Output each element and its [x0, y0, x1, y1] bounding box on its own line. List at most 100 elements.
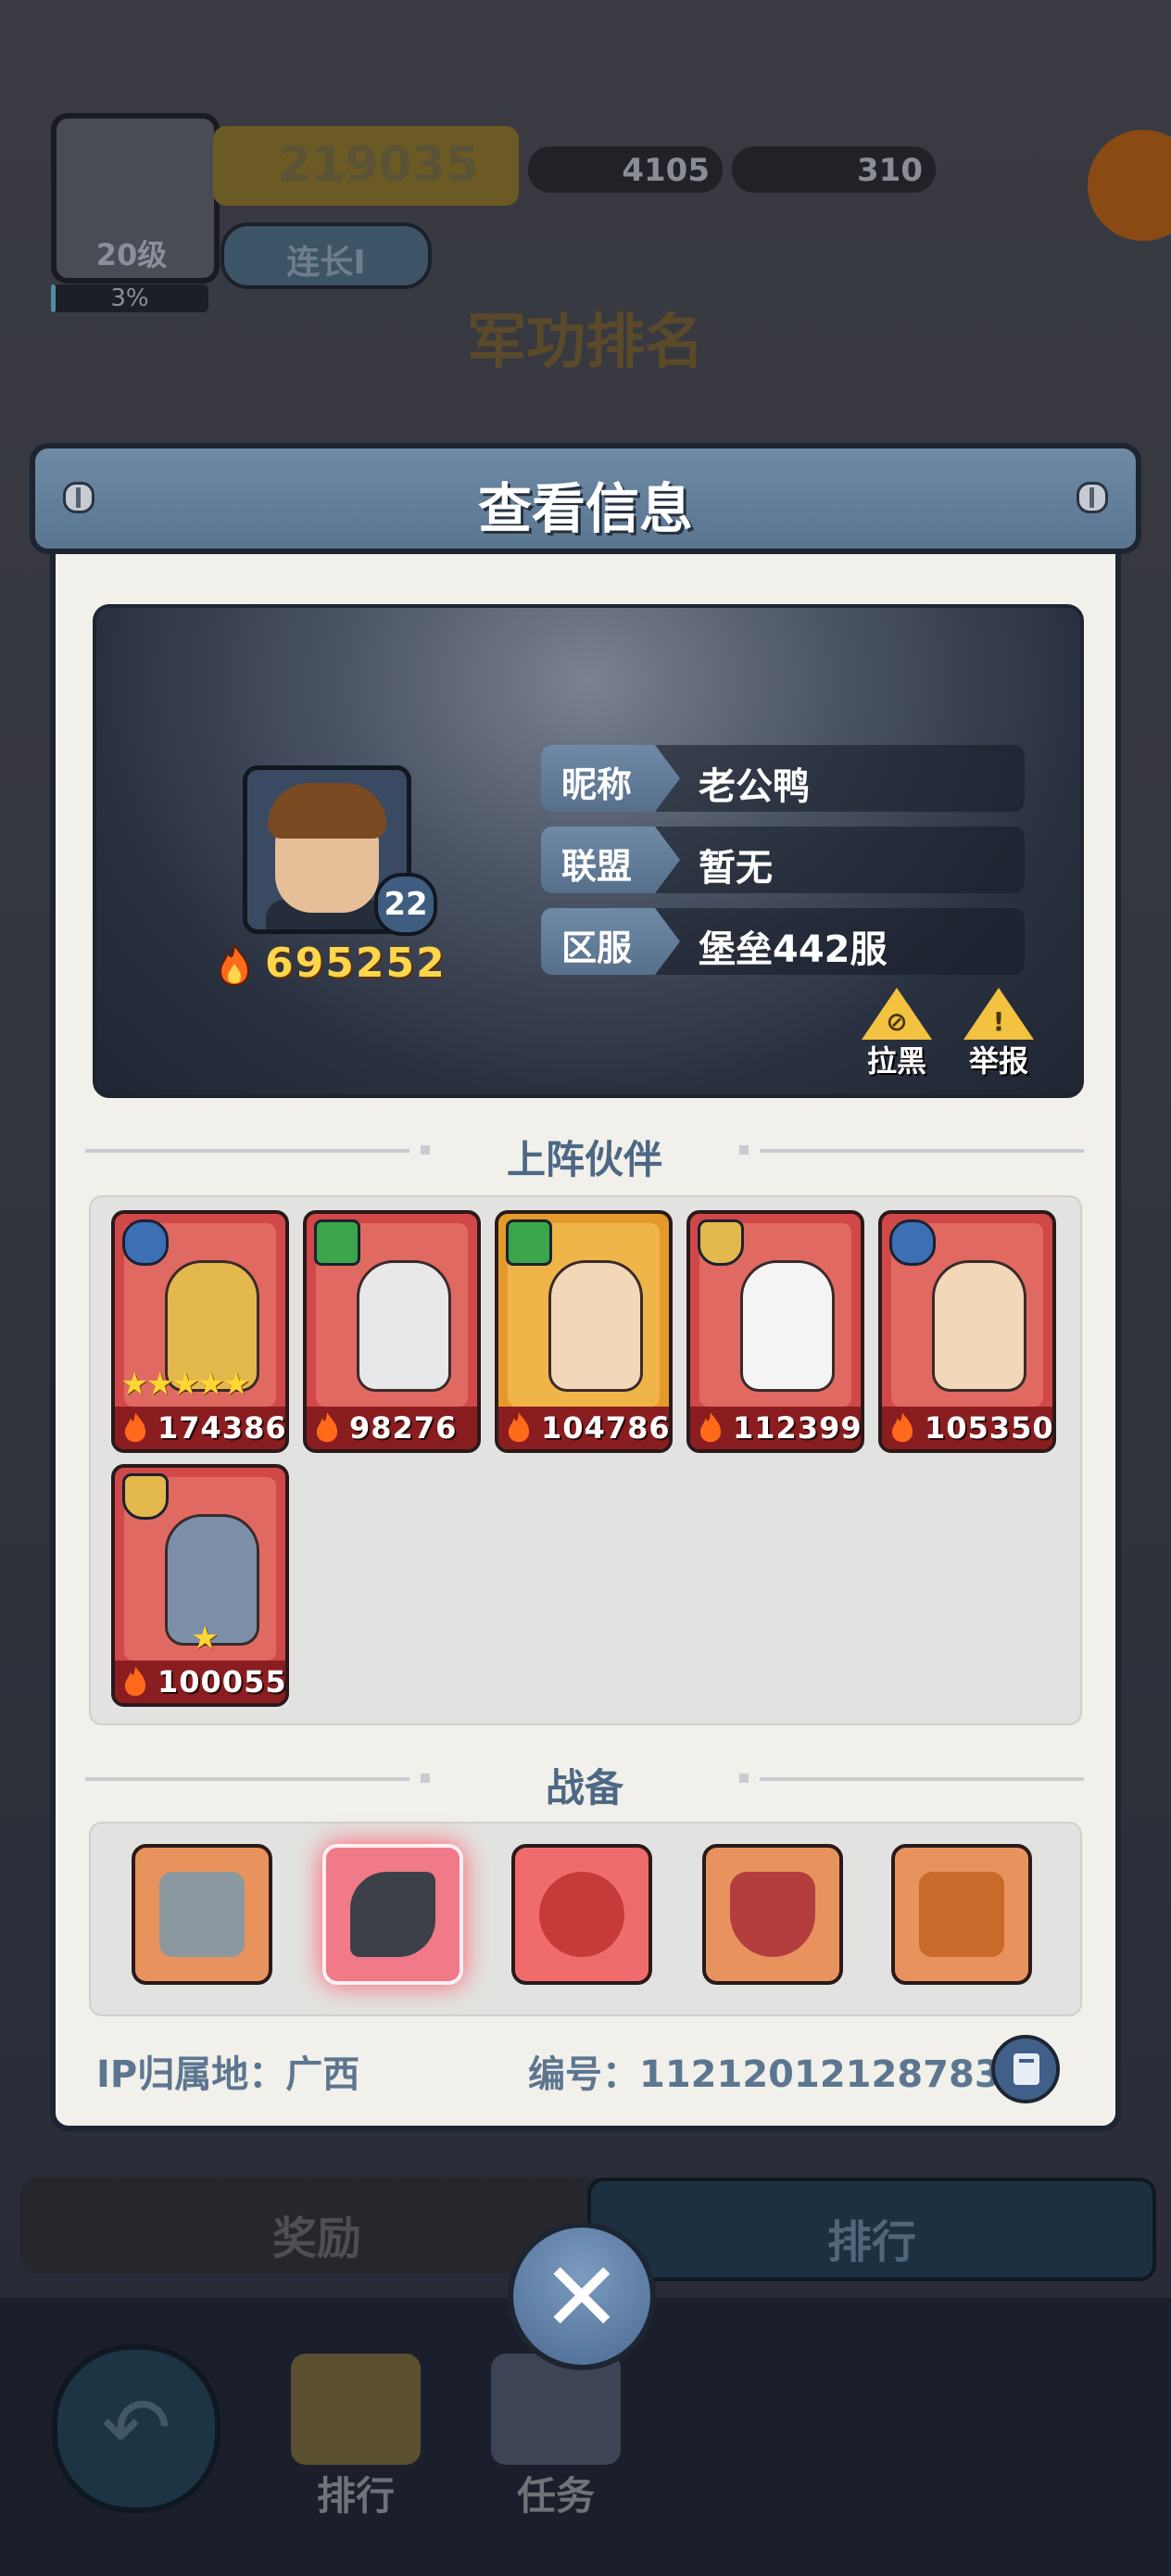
- avatar-hair: [268, 783, 386, 839]
- partner-card[interactable]: 105350: [878, 1210, 1056, 1453]
- partner-power-bar: 105350: [882, 1407, 1052, 1449]
- bg-task-icon: [491, 2354, 621, 2465]
- player-level-badge: 22: [374, 873, 437, 936]
- block-label: 拉黑: [866, 1043, 926, 1079]
- partner-power-bar: 98276: [307, 1407, 477, 1449]
- crosshair-role-icon: [889, 1219, 936, 1266]
- turret-equipment[interactable]: [132, 1844, 272, 1985]
- partner-character-icon: [548, 1260, 643, 1392]
- bg-power-value: 219035: [278, 137, 480, 193]
- info-label-alliance: 联盟: [541, 827, 680, 893]
- server-label: 区服: [561, 928, 633, 968]
- partner-power-bar: 100055: [115, 1661, 285, 1703]
- flame-icon: [508, 1412, 530, 1443]
- partners-title: 上阵伙伴: [506, 1137, 662, 1182]
- dialog-title: 查看信息: [477, 477, 693, 540]
- bolt-icon: [1077, 482, 1108, 513]
- bg-tab-ranking: 排行: [587, 2178, 1156, 2281]
- info-label-nickname: 昵称: [541, 745, 680, 812]
- close-icon: ✕: [541, 2241, 623, 2354]
- bg-power-display: 219035: [213, 126, 519, 206]
- dialog-titlebar: 查看信息: [30, 443, 1141, 554]
- partner-power: 112399: [733, 1410, 863, 1446]
- bg-screen-title: 军功排名: [467, 309, 704, 377]
- divider-dot: [739, 1774, 749, 1783]
- partner-power: 104786: [541, 1410, 671, 1446]
- flame-icon: [124, 1666, 146, 1697]
- partner-card[interactable]: 98276: [303, 1210, 481, 1453]
- block-button[interactable]: ⊘ 拉黑: [858, 988, 936, 1080]
- partner-power-bar: 112399: [690, 1407, 861, 1449]
- player-power-value: 695252: [265, 940, 447, 987]
- alliance-value: 暂无: [699, 847, 773, 890]
- bg-cash-value: 310: [857, 152, 923, 189]
- bg-nav-ranking: 排行: [316, 2473, 395, 2519]
- armor-equipment[interactable]: [702, 1844, 843, 1985]
- flame-icon: [124, 1412, 146, 1443]
- flame-icon: [219, 943, 250, 986]
- info-label-server: 区服: [541, 908, 680, 975]
- book-equipment[interactable]: [891, 1844, 1032, 1985]
- crosshair-role-icon: [122, 1219, 169, 1266]
- copy-id-button[interactable]: [991, 2035, 1060, 2103]
- partner-character-icon: [740, 1260, 835, 1392]
- back-arrow-icon: ↶: [101, 2380, 171, 2477]
- ip-location: IP归属地：广西: [96, 2053, 360, 2096]
- clover-role-icon: [506, 1219, 552, 1266]
- clover-role-icon: [314, 1219, 360, 1266]
- partner-character-icon: [932, 1260, 1026, 1392]
- vehicle-equipment[interactable]: [322, 1844, 463, 1985]
- batmobile-icon: [350, 1872, 435, 1957]
- flame-icon: [891, 1412, 913, 1443]
- bg-back-button: ↶: [52, 2344, 220, 2513]
- creature-equipment[interactable]: [511, 1844, 652, 1985]
- partners-section-header: 上阵伙伴: [85, 1123, 1084, 1182]
- player-id: 编号：11212012128783: [528, 2053, 1001, 2096]
- flame-icon: [699, 1412, 722, 1443]
- block-icon: ⊘: [862, 988, 932, 1040]
- info-row-alliance: 联盟 暂无: [541, 827, 1025, 893]
- bg-level: 20级: [95, 237, 168, 272]
- bg-cash-counter: 310: [732, 146, 936, 193]
- divider: [760, 1777, 1084, 1781]
- turret-icon: [159, 1872, 245, 1957]
- server-value: 堡垒442服: [699, 928, 888, 971]
- partner-power: 174386: [157, 1410, 287, 1446]
- bg-gem-value: 4105: [622, 152, 710, 189]
- nickname-value: 老公鸭: [699, 765, 810, 808]
- nickname-label: 昵称: [561, 764, 633, 805]
- bg-rank-badge: 连长I: [220, 222, 432, 289]
- partner-card[interactable]: ★ 100055: [111, 1464, 289, 1707]
- warning-icon: !: [963, 988, 1034, 1040]
- player-profile-panel: 22 695252 昵称 老公鸭 联盟 暂无 区服 堡垒442服 ⊘ 拉黑 ! …: [93, 604, 1084, 1098]
- alliance-label: 联盟: [561, 846, 633, 887]
- copy-icon-line: [1019, 2059, 1034, 2063]
- partner-card[interactable]: 104786: [495, 1210, 673, 1453]
- fire-creature-icon: [539, 1872, 624, 1957]
- partner-power: 105350: [925, 1410, 1054, 1446]
- close-button[interactable]: ✕: [508, 2222, 656, 2370]
- shield-role-icon: [122, 1473, 169, 1520]
- divider: [760, 1149, 1084, 1153]
- info-row-nickname: 昵称 老公鸭: [541, 745, 1025, 812]
- partner-power-bar: 174386: [115, 1407, 285, 1449]
- bg-gem-counter: 4105: [528, 146, 723, 193]
- armor-icon: [730, 1872, 815, 1957]
- equipment-section-header: 战备: [85, 1751, 1084, 1811]
- partner-character-icon: [357, 1260, 451, 1392]
- partner-card[interactable]: 112399: [686, 1210, 864, 1453]
- divider-dot: [739, 1145, 749, 1155]
- partner-card[interactable]: ★★★★★ 174386: [111, 1210, 289, 1453]
- bg-nav-task: 任务: [516, 2473, 595, 2519]
- partner-power-bar: 104786: [498, 1407, 669, 1449]
- bg-ranking-icon: [291, 2354, 421, 2465]
- partner-stars: ★: [191, 1620, 219, 1657]
- report-button[interactable]: ! 举报: [960, 988, 1038, 1080]
- equipment-title: 战备: [545, 1765, 623, 1811]
- report-label: 举报: [968, 1043, 1028, 1079]
- shield-role-icon: [698, 1219, 744, 1266]
- bg-tab-ranking-label: 排行: [826, 2216, 916, 2268]
- bg-mascot-icon: [1088, 130, 1171, 241]
- gear-book-icon: [919, 1872, 1004, 1957]
- flame-icon: [316, 1412, 338, 1443]
